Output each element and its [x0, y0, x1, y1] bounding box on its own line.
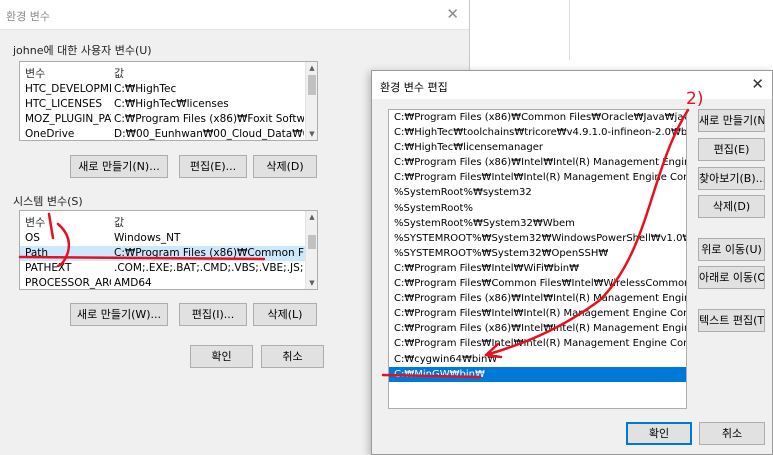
delete-button[interactable]: 삭제(D) — [698, 195, 765, 218]
variable-name: HTC_LICENSES — [25, 98, 103, 110]
path-entry[interactable]: C:₩Program Files₩Intel₩WiFi₩bin₩ — [389, 261, 686, 276]
variable-name: PATHEXT — [25, 262, 72, 274]
table-row[interactable]: PROCESSOR_ARC...AMD64 — [20, 276, 317, 289]
path-entry[interactable]: %SystemRoot%₩system32 — [389, 185, 686, 200]
table-row[interactable]: HTC_DEVELOPME...C:₩HighTec — [20, 82, 317, 97]
ok-button[interactable]: 확인 — [190, 345, 253, 368]
close-icon[interactable]: ✕ — [446, 5, 459, 23]
path-entry[interactable]: C:₩MinGW₩bin₩ — [389, 366, 686, 382]
title-bar: 환경 변수 편집 ✕ — [372, 71, 772, 99]
dialog-title: 환경 변수 — [6, 10, 50, 23]
variable-value: Windows_NT — [114, 232, 181, 244]
column-header-value[interactable]: 값 — [114, 65, 124, 81]
path-list[interactable]: C:₩Program Files (x86)₩Common Files₩Orac… — [388, 109, 687, 409]
list-header: 변수 값 — [20, 211, 317, 231]
path-entry[interactable]: %SystemRoot%₩System32₩Wbem — [389, 216, 686, 231]
system-new-button[interactable]: 새로 만들기(W)... — [70, 303, 168, 326]
path-entry[interactable]: %SystemRoot% — [389, 201, 686, 216]
path-entry[interactable]: C:₩Program Files (x86)₩Intel₩Intel(R) Ma… — [389, 155, 686, 170]
scroll-down-icon[interactable]: ▼ — [306, 128, 317, 140]
move-down-button[interactable]: 아래로 이동(O) — [698, 266, 765, 289]
variable-name: PROCESSOR_ARC... — [25, 277, 111, 289]
move-up-button[interactable]: 위로 이동(U) — [698, 238, 765, 261]
column-header-variable[interactable]: 변수 — [25, 214, 45, 230]
edit-text-button[interactable]: 텍스트 편집(T)... — [698, 309, 765, 332]
variable-name: MOZ_PLUGIN_PATH — [25, 113, 111, 125]
column-header-value[interactable]: 값 — [114, 214, 124, 230]
scrollbar[interactable]: ▲ ▼ — [305, 62, 317, 140]
user-edit-button[interactable]: 편집(E)... — [179, 155, 247, 178]
close-icon[interactable]: ✕ — [751, 75, 764, 93]
path-entry[interactable]: %SYSTEMROOT%₩System32₩WindowsPowerShell₩… — [389, 231, 686, 246]
edit-environment-variable-dialog: 환경 변수 편집 ✕ C:₩Program Files (x86)₩Common… — [371, 70, 773, 455]
user-delete-button[interactable]: 삭제(D) — [253, 155, 317, 178]
variable-name: HTC_DEVELOPME... — [25, 83, 111, 95]
ok-button[interactable]: 확인 — [626, 422, 692, 445]
cancel-button[interactable]: 취소 — [699, 422, 765, 445]
system-variables-list[interactable]: 변수 값 OS Windows_NT Path C:₩Program Files (x… — [19, 210, 318, 290]
path-entry[interactable]: C:₩cygwin64₩bin₩ — [389, 352, 686, 367]
path-entry[interactable]: %SYSTEMROOT%₩System32₩OpenSSH₩ — [389, 246, 686, 261]
edit-button[interactable]: 편집(E) — [698, 138, 765, 161]
variable-name: Path — [25, 247, 49, 259]
system-delete-button[interactable]: 삭제(L) — [253, 303, 317, 326]
variable-name: OneDrive — [25, 128, 75, 140]
dialog-title: 환경 변수 편집 — [380, 81, 448, 94]
variable-value: C:₩HighTec — [114, 83, 177, 95]
variable-value: .COM;.EXE;.BAT;.CMD;.VBS;.VBE;.JS;.JSE;.… — [114, 262, 304, 274]
variable-value: C:₩Program Files (x86)₩Foxit Software₩Fo… — [114, 113, 304, 125]
new-button[interactable]: 새로 만들기(N) — [698, 109, 765, 132]
scroll-up-icon[interactable]: ▲ — [306, 62, 317, 74]
scrollbar[interactable]: ▲ ▼ — [305, 211, 317, 289]
user-variables-list[interactable]: 변수 값 HTC_DEVELOPME...C:₩HighTecHTC_LICEN… — [19, 61, 318, 141]
path-entry[interactable]: C:₩Program Files (x86)₩Intel₩Intel(R) Ma… — [389, 321, 686, 336]
scroll-thumb[interactable] — [308, 235, 316, 249]
variable-name: OS — [25, 232, 40, 244]
variable-value: C:₩Program Files (x86)₩Common Files₩Or..… — [114, 247, 304, 259]
variable-value: AMD64 — [114, 277, 152, 289]
system-edit-button[interactable]: 편집(I)... — [179, 303, 247, 326]
cancel-button[interactable]: 취소 — [261, 345, 324, 368]
user-variables-label: johne에 대한 사용자 변수(U) — [13, 44, 152, 57]
variable-value: C:₩HighTec₩licenses — [114, 98, 229, 110]
browse-button[interactable]: 찾아보기(B)... — [698, 167, 765, 190]
divider — [569, 0, 570, 60]
system-variables-label: 시스템 변수(S) — [13, 195, 83, 208]
scroll-down-icon[interactable]: ▼ — [306, 277, 317, 289]
variable-value: D:₩00_Eunhwan₩00_Cloud_Data₩00_One... — [114, 128, 304, 140]
table-row[interactable]: Path C:₩Program Files (x86)₩Common Files₩… — [20, 246, 317, 261]
path-entry[interactable]: C:₩Program Files (x86)₩Common Files₩Orac… — [389, 110, 686, 125]
path-entry[interactable]: C:₩Program Files₩Intel₩Intel(R) Manageme… — [389, 170, 686, 185]
path-entry[interactable]: C:₩HighTec₩licensemanager — [389, 140, 686, 155]
title-bar: 환경 변수 ✕ — [0, 0, 469, 30]
column-header-variable[interactable]: 변수 — [25, 65, 45, 81]
path-entry[interactable]: C:₩Program Files₩Common Files₩Intel₩Wire… — [389, 276, 686, 291]
table-row[interactable]: HTC_LICENSES C:₩HighTec₩licenses — [20, 97, 317, 112]
table-row[interactable]: MOZ_PLUGIN_PATHC:₩Program Files (x86)₩Fo… — [20, 112, 317, 127]
path-entry[interactable]: C:₩Program Files₩Intel₩Intel(R) Manageme… — [389, 306, 686, 321]
scroll-thumb[interactable] — [308, 75, 316, 95]
list-header: 변수 값 — [20, 62, 317, 82]
scroll-up-icon[interactable]: ▲ — [306, 211, 317, 223]
table-row[interactable]: OneDrive D:₩00_Eunhwan₩00_Cloud_Data₩00_O… — [20, 127, 317, 140]
path-entry[interactable]: C:₩Program Files (x86)₩Intel₩Intel(R) Ma… — [389, 291, 686, 306]
table-row[interactable]: OS Windows_NT — [20, 231, 317, 246]
user-new-button[interactable]: 새로 만들기(N)... — [70, 155, 168, 178]
path-entry[interactable]: C:₩Program Files₩Intel₩Intel(R) Manageme… — [389, 336, 686, 351]
table-row[interactable]: PATHEXT .COM;.EXE;.BAT;.CMD;.VBS;.VBE;.JS… — [20, 261, 317, 276]
path-entry[interactable]: C:₩HighTec₩toolchains₩tricore₩v4.9.1.0-i… — [389, 125, 686, 140]
